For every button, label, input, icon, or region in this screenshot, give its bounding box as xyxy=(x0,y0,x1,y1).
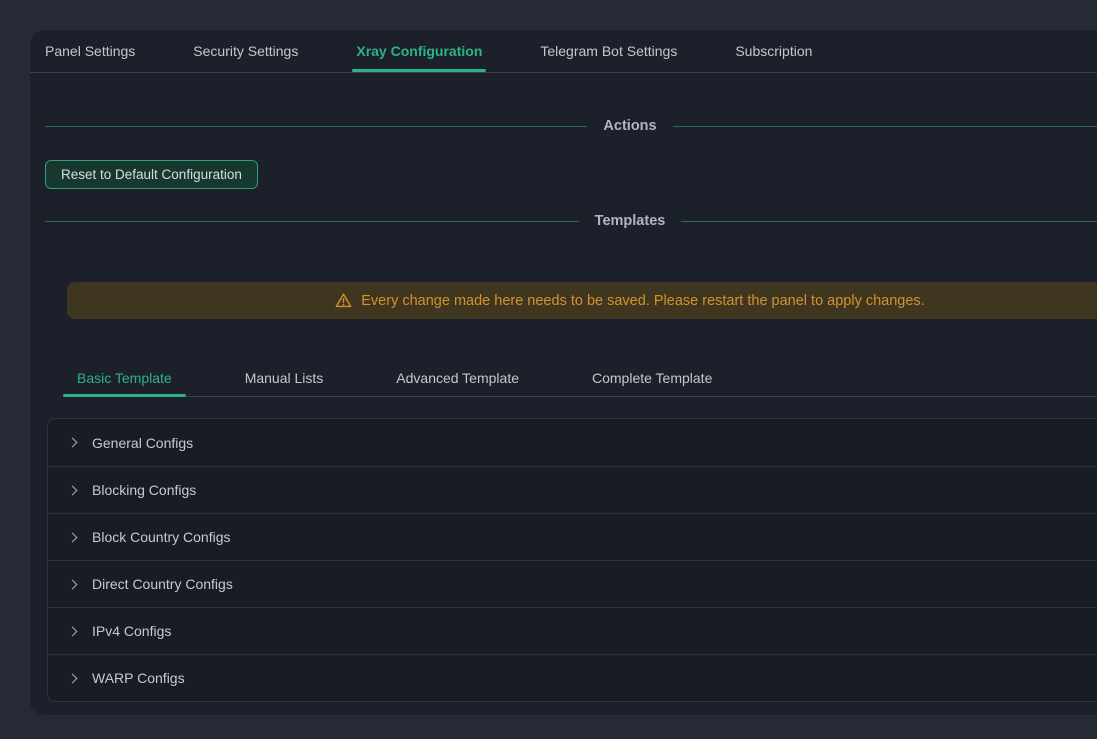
accordion-label: IPv4 Configs xyxy=(92,623,171,639)
configs-accordion: General Configs Blocking Configs Block C… xyxy=(47,418,1097,702)
accordion-label: Direct Country Configs xyxy=(92,576,233,592)
tab-panel-settings[interactable]: Panel Settings xyxy=(45,30,135,72)
accordion-label: Block Country Configs xyxy=(92,529,231,545)
tab-advanced-template[interactable]: Advanced Template xyxy=(382,359,533,396)
chevron-right-icon xyxy=(68,673,78,683)
chevron-right-icon xyxy=(68,485,78,495)
templates-section-title: Templates xyxy=(595,213,666,229)
xray-configuration-panel: Actions Reset to Default Configuration T… xyxy=(30,118,1097,702)
tab-basic-template[interactable]: Basic Template xyxy=(63,359,186,396)
accordion-block-country-configs[interactable]: Block Country Configs xyxy=(48,513,1097,560)
tab-subscription[interactable]: Subscription xyxy=(735,30,812,72)
actions-divider: Actions xyxy=(45,118,1097,134)
accordion-ipv4-configs[interactable]: IPv4 Configs xyxy=(48,607,1097,654)
accordion-direct-country-configs[interactable]: Direct Country Configs xyxy=(48,560,1097,607)
main-tabbar: Panel Settings Security Settings Xray Co… xyxy=(30,30,1097,73)
warning-alert: Every change made here needs to be saved… xyxy=(67,282,1097,319)
accordion-warp-configs[interactable]: WARP Configs xyxy=(48,654,1097,701)
tab-telegram-bot-settings[interactable]: Telegram Bot Settings xyxy=(540,30,677,72)
warning-triangle-icon xyxy=(335,292,352,309)
accordion-label: General Configs xyxy=(92,435,193,451)
accordion-blocking-configs[interactable]: Blocking Configs xyxy=(48,466,1097,513)
templates-divider: Templates xyxy=(45,213,1097,229)
chevron-right-icon xyxy=(68,438,78,448)
warning-alert-message: Every change made here needs to be saved… xyxy=(361,293,924,309)
accordion-general-configs[interactable]: General Configs xyxy=(48,419,1097,466)
actions-section-title: Actions xyxy=(603,118,656,134)
tab-security-settings[interactable]: Security Settings xyxy=(193,30,298,72)
settings-card: Panel Settings Security Settings Xray Co… xyxy=(30,30,1097,715)
accordion-label: Blocking Configs xyxy=(92,482,196,498)
reset-to-default-button[interactable]: Reset to Default Configuration xyxy=(45,160,258,189)
chevron-right-icon xyxy=(68,626,78,636)
accordion-label: WARP Configs xyxy=(92,670,185,686)
tab-complete-template[interactable]: Complete Template xyxy=(578,359,726,396)
chevron-right-icon xyxy=(68,579,78,589)
actions-button-row: Reset to Default Configuration xyxy=(45,160,1097,189)
template-tabbar: Basic Template Manual Lists Advanced Tem… xyxy=(63,359,1097,397)
tab-manual-lists[interactable]: Manual Lists xyxy=(231,359,338,396)
chevron-right-icon xyxy=(68,532,78,542)
tab-xray-configuration[interactable]: Xray Configuration xyxy=(356,30,482,72)
